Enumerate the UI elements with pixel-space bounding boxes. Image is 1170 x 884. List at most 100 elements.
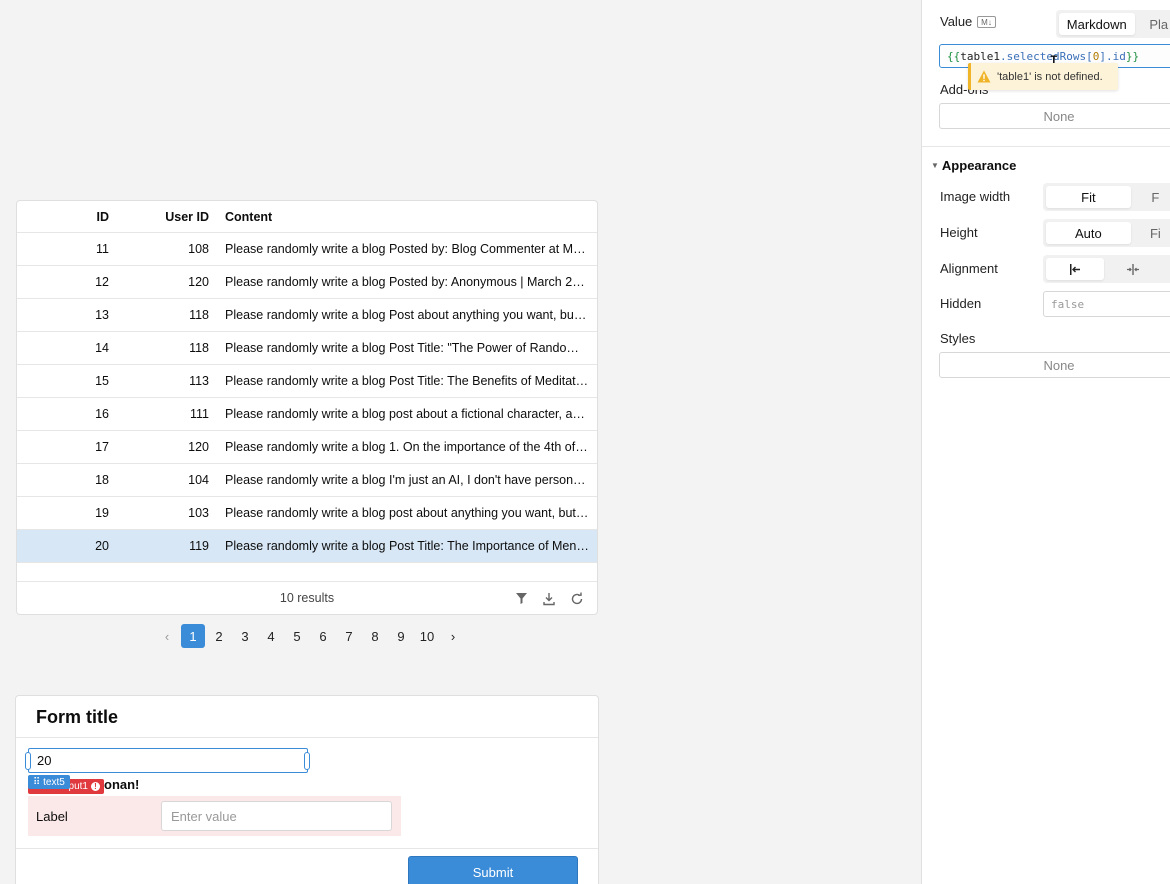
table-cell-id: 12 [95, 275, 109, 289]
table-header: ID User ID Content [17, 201, 597, 233]
prev-page-button[interactable]: ‹ [155, 624, 179, 648]
table-cell-user-id: 111 [189, 407, 209, 421]
table-cell-user-id: 120 [188, 275, 209, 289]
greeting-text: onan! [104, 777, 140, 792]
table-cell-content: Please randomly write a blog Post Title:… [225, 539, 597, 553]
table-row[interactable]: 20 119 Please randomly write a blog Post T… [17, 530, 597, 563]
page-button-5[interactable]: 5 [285, 624, 309, 648]
alignment-toggle [1043, 255, 1170, 283]
table-cell-id: 13 [95, 308, 109, 322]
table-row[interactable]: 14 118 Please randomly write a blog Post T… [17, 332, 597, 365]
addons-selector[interactable]: None [939, 103, 1170, 129]
image-width-fixed-option[interactable]: F [1131, 186, 1170, 208]
styles-label: Styles [940, 331, 976, 346]
number-input[interactable]: 20 [28, 748, 308, 773]
labeled-input-row: Label Enter value [28, 796, 401, 836]
data-table: ID User ID Content 11 108 Please randomly … [16, 200, 598, 615]
page-button-10[interactable]: 10 [415, 624, 439, 648]
section-divider [922, 146, 1170, 147]
table-cell-id: 19 [95, 506, 109, 520]
code-property: .selectedRows[ [1000, 49, 1093, 63]
refresh-icon[interactable] [569, 591, 585, 607]
hidden-code-input[interactable]: false [1043, 291, 1170, 317]
input-label: Label [36, 808, 68, 824]
table-cell-user-id: 118 [189, 341, 209, 355]
table-cell-content: Please randomly write a blog I'm just an… [225, 473, 597, 487]
table-cell-id: 20 [95, 539, 109, 553]
mode-plain-option[interactable]: Pla [1135, 13, 1170, 35]
table-cell-id: 18 [95, 473, 109, 487]
styles-selector[interactable]: None [939, 352, 1170, 378]
markdown-icon: M↓ [977, 16, 996, 28]
align-left-icon [1070, 263, 1080, 275]
align-left-option[interactable] [1046, 258, 1104, 280]
results-count: 10 results [279, 591, 335, 605]
page-button-8[interactable]: 8 [363, 624, 387, 648]
download-icon[interactable] [541, 591, 557, 607]
table-row[interactable]: 15 113 Please randomly write a blog Post T… [17, 365, 597, 398]
table-cell-content: Please randomly write a blog 1. On the i… [225, 440, 597, 454]
code-index: 0 [1092, 49, 1100, 63]
height-fixed-option[interactable]: Fi [1131, 222, 1170, 244]
image-width-fit-option[interactable]: Fit [1046, 186, 1131, 208]
page-button-6[interactable]: 6 [311, 624, 335, 648]
table-row[interactable]: 18 104 Please randomly write a blog I'm ju… [17, 464, 597, 497]
form-header-divider [16, 737, 598, 738]
table-cell-user-id: 120 [188, 440, 209, 454]
table-cell-id: 11 [96, 242, 109, 256]
table-row[interactable]: 11 108 Please randomly write a blog Posted… [17, 233, 597, 266]
next-page-button[interactable]: › [441, 624, 465, 648]
table-toolbar [513, 582, 585, 614]
align-center-option[interactable] [1104, 258, 1162, 280]
page-button-2[interactable]: 2 [207, 624, 231, 648]
mode-markdown-option[interactable]: Markdown [1059, 13, 1135, 35]
value-mode-toggle: Markdown Pla [1056, 10, 1170, 38]
table-cell-id: 16 [95, 407, 109, 421]
table-cell-content: Please randomly write a blog Post Title:… [225, 374, 593, 388]
form-footer-divider [16, 848, 598, 849]
table-cell-content: Please randomly write a blog post about … [225, 407, 597, 421]
table-row[interactable]: 17 120 Please randomly write a blog 1. On … [17, 431, 597, 464]
caret-down-icon: ▼ [931, 161, 939, 170]
warning-icon [977, 70, 991, 83]
table-cell-id: 14 [95, 341, 109, 355]
warning-tooltip: 'table1' is not defined. [968, 63, 1118, 90]
form: Form title 20 put1 ! ⠿ text5 onan! Label… [15, 695, 599, 884]
table-cell-content: Please randomly write a blog Posted by: … [225, 275, 594, 289]
page-button-7[interactable]: 7 [337, 624, 361, 648]
table-cell-content: Please randomly write a blog post about … [225, 506, 597, 520]
code-object: table1 [960, 49, 1000, 63]
page-button-4[interactable]: 4 [259, 624, 283, 648]
table-cell-content: Please randomly write a blog Post about … [225, 308, 597, 322]
page-button-3[interactable]: 3 [233, 624, 257, 648]
hidden-label: Hidden [940, 296, 982, 311]
height-auto-option[interactable]: Auto [1046, 222, 1131, 244]
appearance-title: Appearance [941, 158, 1017, 173]
align-center-icon [1127, 263, 1139, 275]
appearance-section-header[interactable]: ▼ Appearance [931, 158, 1016, 173]
table-cell-content: Please randomly write a blog Post Title:… [225, 341, 597, 355]
table-row[interactable]: 12 120 Please randomly write a blog Posted… [17, 266, 597, 299]
pagination: ‹ 1 2 3 4 5 6 7 8 9 10 › [155, 623, 465, 649]
alignment-label: Alignment [940, 261, 998, 276]
submit-button[interactable]: Submit [408, 856, 578, 884]
table-cell-user-id: 118 [189, 308, 209, 322]
page-button-9[interactable]: 9 [389, 624, 413, 648]
page-button-1[interactable]: 1 [181, 624, 205, 648]
table-row[interactable]: 13 118 Please randomly write a blog Post a… [17, 299, 597, 332]
text-input[interactable]: Enter value [161, 801, 392, 831]
column-header-content[interactable]: Content [217, 210, 597, 224]
column-header-id[interactable]: ID [17, 210, 117, 224]
text5-component-tag[interactable]: ⠿ text5 [28, 775, 70, 789]
table-row[interactable]: 16 111 Please randomly write a blog post a… [17, 398, 597, 431]
filter-icon[interactable] [513, 591, 529, 607]
resize-handle-right[interactable] [304, 752, 310, 770]
table-cell-user-id: 119 [189, 539, 209, 553]
table-cell-user-id: 104 [188, 473, 209, 487]
inspector-panel: Value M↓ Markdown Pla {{ table1 .selecte… [921, 0, 1170, 884]
resize-handle-left[interactable] [25, 752, 31, 770]
table-row[interactable]: 19 103 Please randomly write a blog post a… [17, 497, 597, 530]
column-header-user-id[interactable]: User ID [117, 210, 217, 224]
input1-tag-label: put1 [68, 781, 88, 792]
table-cell-user-id: 103 [188, 506, 209, 520]
